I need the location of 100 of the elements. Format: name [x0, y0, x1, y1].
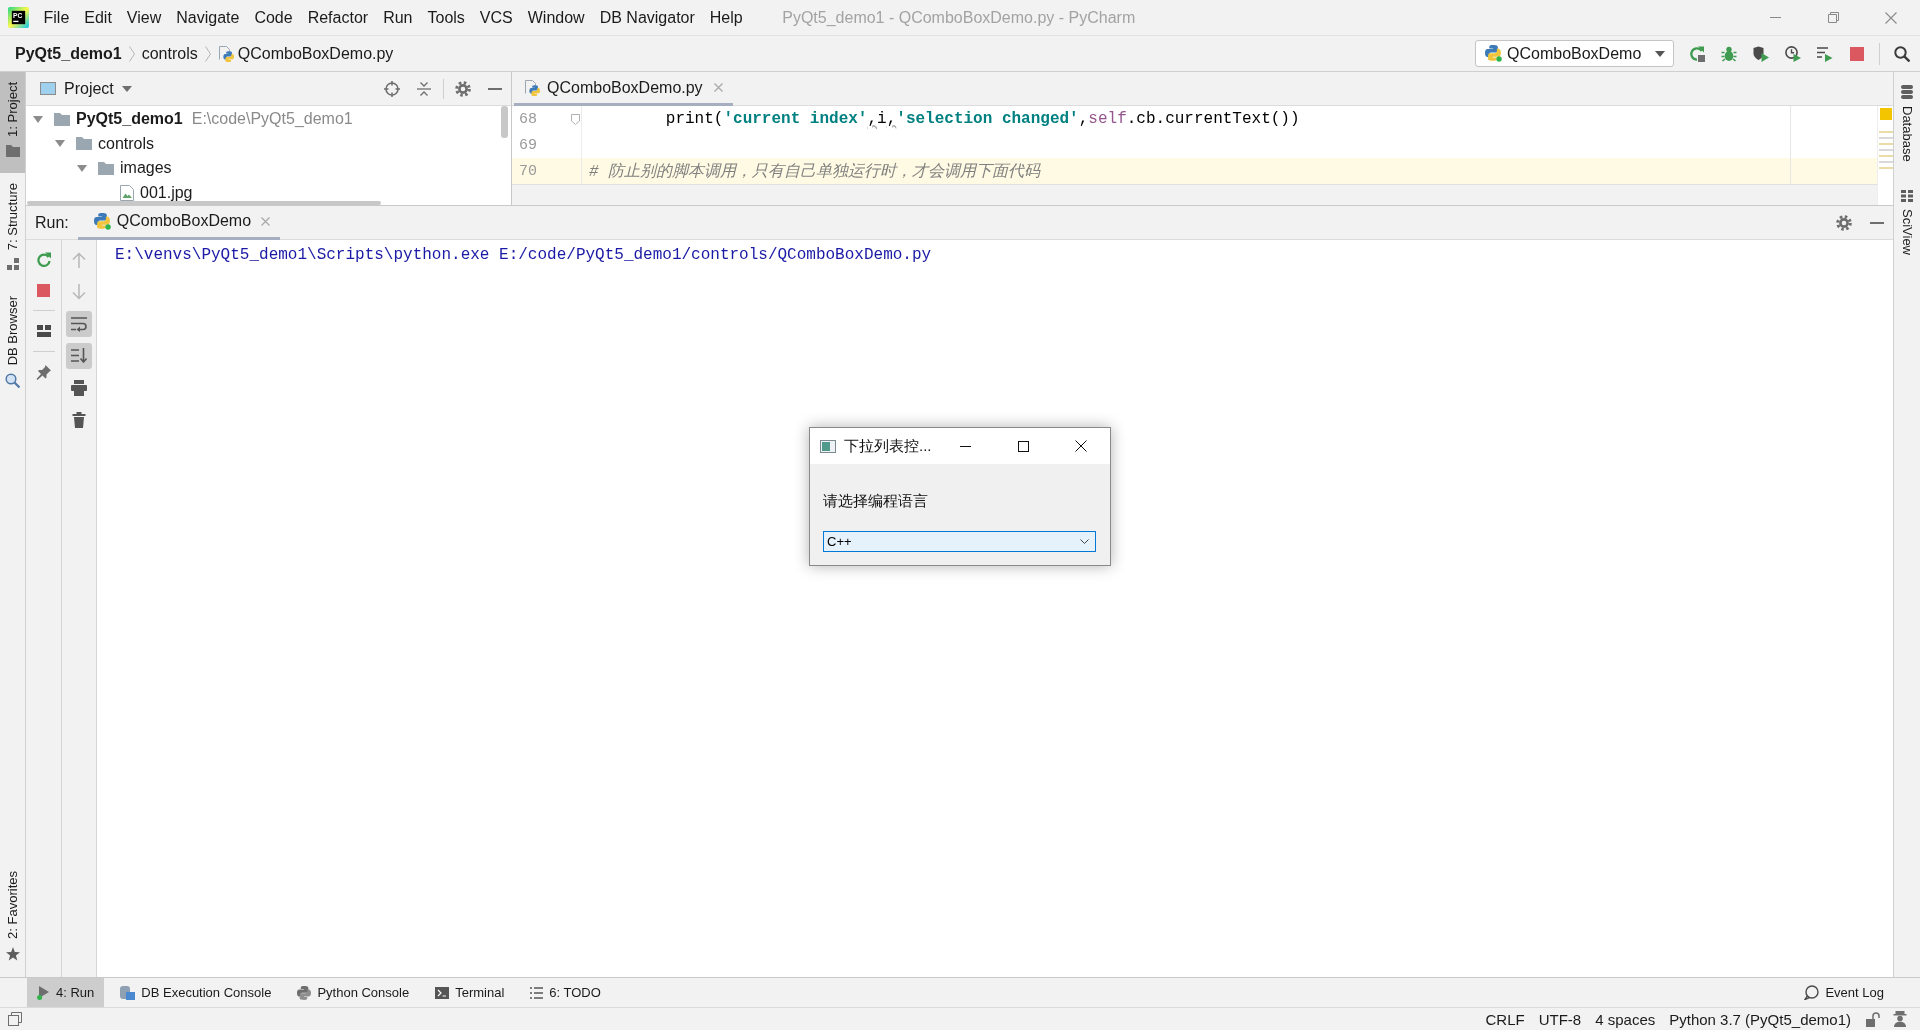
console-output-line: E:\venvs\PyQt5_demo1\Scripts\python.exe E:/code/PyQt5_demo1/controls/QComboBoxDemo.py — [115, 245, 932, 265]
trash-icon[interactable] — [71, 412, 87, 428]
search-icon[interactable] — [1894, 45, 1910, 62]
tool-window-tab[interactable]: 1: Project — [0, 72, 25, 173]
tree-item[interactable]: 001.jpg — [140, 183, 193, 202]
maximize-icon[interactable] — [1017, 440, 1029, 452]
tool-window-tab[interactable]: 4: Run — [27, 978, 105, 1007]
soft-wrap-icon[interactable] — [66, 311, 92, 337]
print-icon[interactable] — [71, 380, 87, 396]
tree-item[interactable]: images — [120, 159, 172, 178]
status-item[interactable]: 4 spaces — [1588, 1010, 1663, 1028]
event-log-button[interactable]: Event Log — [1804, 978, 1884, 1007]
expand-arrow-icon[interactable] — [55, 140, 65, 148]
chevron-icon — [204, 45, 211, 62]
prompt-label: 请选择编程语言 — [823, 491, 928, 511]
menu-item[interactable]: File — [36, 0, 77, 35]
menu-item[interactable]: Help — [702, 0, 751, 35]
tool-window-tab[interactable]: Database — [1894, 77, 1920, 170]
python-icon — [1485, 45, 1502, 62]
window-icon — [820, 439, 836, 453]
tool-window-tab[interactable]: Python Console — [287, 978, 420, 1007]
run-configuration-dropdown[interactable]: QComboBoxDemo — [1475, 40, 1674, 67]
window-title: PyQt5_demo1 - QComboBoxDemo.py - PyCharm — [782, 8, 1136, 27]
tool-window-tab[interactable]: 7: Structure — [0, 172, 25, 287]
tree-item[interactable]: controls — [98, 134, 155, 153]
python-icon — [93, 212, 111, 230]
panel-toggle-icon[interactable] — [8, 1012, 22, 1026]
shield-play-icon[interactable] — [1753, 45, 1769, 62]
gear-icon[interactable] — [1835, 214, 1852, 231]
speech-bubble-icon — [1804, 985, 1820, 1000]
clock-play-icon[interactable] — [1785, 45, 1801, 62]
crosshair-icon[interactable] — [384, 80, 400, 97]
combo-box[interactable]: C++ — [823, 531, 1096, 552]
line-number: 68 — [519, 110, 537, 128]
menu-item[interactable]: Window — [520, 0, 593, 35]
rerun-icon[interactable] — [1689, 45, 1705, 62]
database-icon — [1901, 85, 1913, 99]
layout-icon[interactable] — [36, 325, 51, 337]
tool-window-tab[interactable]: SciView — [1894, 181, 1920, 263]
folder-icon — [76, 137, 92, 151]
restore-icon[interactable] — [1827, 12, 1839, 23]
scroll-to-end-icon[interactable] — [66, 343, 92, 369]
menu-item[interactable]: VCS — [472, 0, 521, 35]
list-play-icon[interactable] — [1817, 45, 1833, 62]
pin-icon[interactable] — [36, 364, 51, 380]
tool-window-tab[interactable]: DB Execution Console — [110, 978, 282, 1007]
chevron-icon — [128, 45, 135, 62]
person-icon[interactable] — [1892, 1011, 1908, 1027]
play-icon — [37, 985, 50, 1000]
menu-item[interactable]: DB Navigator — [592, 0, 703, 35]
run-label: Run: — [35, 213, 69, 232]
stop-icon[interactable] — [1850, 46, 1864, 61]
tree-item[interactable]: PyQt5_demo1 — [76, 110, 183, 129]
database-search-icon — [5, 373, 20, 389]
expand-arrow-icon[interactable] — [77, 164, 87, 172]
breadcrumb[interactable]: QComboBoxDemo.py — [217, 44, 394, 63]
status-item[interactable]: Python 3.7 (PyQt5_demo1) — [1662, 1010, 1858, 1028]
python-icon — [297, 985, 312, 1000]
status-item[interactable]: CRLF — [1478, 1010, 1532, 1028]
project-view-dropdown[interactable]: Project — [40, 79, 132, 98]
rerun-icon[interactable] — [35, 252, 52, 268]
caret-icon — [1655, 50, 1665, 57]
database-console-icon — [120, 985, 136, 1000]
fold-marker-icon[interactable] — [571, 113, 580, 125]
minimize-icon[interactable] — [959, 445, 971, 447]
menu-item[interactable]: Code — [246, 0, 301, 35]
breadcrumb[interactable]: controls — [141, 44, 198, 63]
dialog-title: 下拉列表控... — [844, 436, 932, 456]
lock-icon[interactable] — [1866, 1011, 1880, 1027]
code-line: print('current index',i,'selection changed',self.cb.currentText()) — [665, 110, 1300, 128]
close-icon[interactable] — [1075, 440, 1087, 452]
bug-icon[interactable] — [1721, 45, 1737, 62]
structure-icon — [6, 258, 19, 271]
folder-icon — [54, 112, 70, 126]
collapse-icon[interactable] — [417, 81, 431, 96]
expand-arrow-icon[interactable] — [33, 115, 43, 123]
line-number: 69 — [519, 136, 537, 154]
stop-icon[interactable] — [37, 283, 50, 297]
breadcrumb[interactable]: PyQt5_demo1 — [15, 44, 122, 63]
line-number: 70 — [519, 162, 537, 180]
menu-item[interactable]: Refactor — [300, 0, 376, 35]
scrollbar-thumb[interactable] — [27, 201, 381, 205]
tool-window-tab[interactable]: 2: Favorites — [0, 861, 25, 977]
tool-window-tab[interactable]: DB Browser — [0, 286, 25, 405]
folder-icon — [98, 161, 114, 175]
grid-icon — [1901, 189, 1913, 202]
menu-item[interactable]: Navigate — [168, 0, 247, 35]
scrollbar-thumb[interactable] — [501, 106, 508, 138]
window-icon — [40, 82, 56, 95]
tool-window-tab[interactable]: Terminal — [425, 978, 515, 1007]
image-file-icon — [120, 184, 134, 201]
menu-item[interactable]: View — [119, 0, 169, 35]
menu-item[interactable]: Run — [375, 0, 420, 35]
tool-window-tab[interactable]: 6: TODO — [520, 978, 611, 1007]
menu-item[interactable]: Edit — [76, 0, 120, 35]
chevron-down-icon — [1080, 539, 1089, 544]
status-item[interactable]: UTF-8 — [1531, 1010, 1589, 1028]
code-line: # 防止别的脚本调用，只有自己单独运行时，才会调用下面代码 — [589, 161, 1041, 182]
menu-item[interactable]: Tools — [420, 0, 473, 35]
gear-icon[interactable] — [455, 80, 471, 97]
